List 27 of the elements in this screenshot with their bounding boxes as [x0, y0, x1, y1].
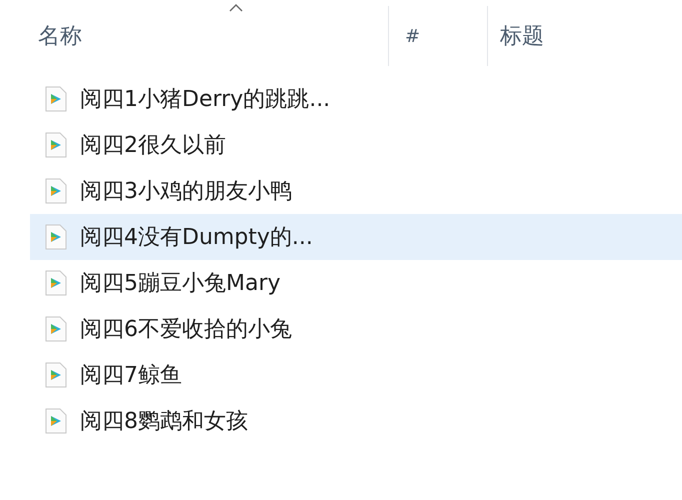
video-file-icon [44, 86, 68, 112]
column-header[interactable]: 标题 [500, 21, 544, 51]
file-name: 阅四3小鸡的朋友小鸭 [80, 178, 292, 206]
file-row[interactable]: 阅四6不爱收拾的小兔 [30, 306, 682, 352]
file-name: 阅四8鹦鹉和女孩 [80, 408, 248, 436]
video-file-icon [44, 178, 68, 204]
video-file-icon [44, 132, 68, 158]
file-name: 阅四4没有Dumpty的... [80, 224, 313, 252]
file-row[interactable]: 阅四8鹦鹉和女孩 [30, 398, 682, 444]
file-name: 阅四2很久以前 [80, 132, 226, 160]
file-name: 阅四7鲸鱼 [80, 362, 182, 390]
file-name: 阅四5蹦豆小兔Mary [80, 270, 281, 298]
video-file-icon [44, 316, 68, 342]
file-name: 阅四6不爱收拾的小兔 [80, 316, 292, 344]
file-row[interactable]: 阅四7鲸鱼 [30, 352, 682, 398]
video-file-icon [44, 362, 68, 388]
file-row[interactable]: 阅四2很久以前 [30, 122, 682, 168]
file-name: 阅四1小猪Derry的跳跳... [80, 86, 330, 114]
column-header[interactable]: 名称 [38, 21, 82, 51]
column-header[interactable]: # [405, 26, 420, 46]
file-row[interactable]: 阅四4没有Dumpty的... [30, 214, 682, 260]
video-file-icon [44, 270, 68, 296]
video-file-icon [44, 408, 68, 434]
video-file-icon [44, 224, 68, 250]
file-row[interactable]: 阅四5蹦豆小兔Mary [30, 260, 682, 306]
file-row[interactable]: 阅四3小鸡的朋友小鸭 [30, 168, 682, 214]
file-row[interactable]: 阅四1小猪Derry的跳跳... [30, 76, 682, 122]
